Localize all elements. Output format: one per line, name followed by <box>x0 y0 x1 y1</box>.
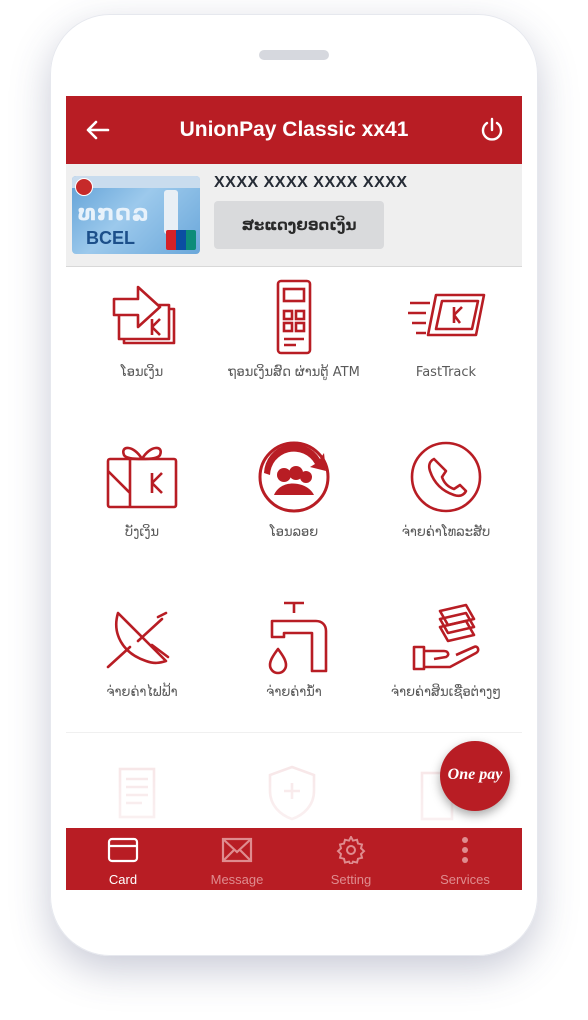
water-tap-icon <box>268 601 328 675</box>
envelope-icon <box>221 837 253 863</box>
power-icon[interactable] <box>476 114 508 146</box>
service-phone[interactable]: ຈ່າຍຄ່າໂທລະສັບ <box>370 427 522 587</box>
card-number: XXXX XXXX XXXX XXXX <box>214 174 408 191</box>
gift-money-icon <box>106 446 178 509</box>
bottom-nav: Card Message Setting Services <box>66 828 522 890</box>
top-bar: UnionPay Classic xx41 <box>66 96 522 164</box>
nav-label: Setting <box>330 872 372 887</box>
nav-message[interactable]: Message <box>180 828 294 890</box>
transfer-money-icon <box>112 285 176 345</box>
unionpay-logo-icon <box>166 230 196 250</box>
service-label: ຈ່າຍຄ່າໂທລະສັບ <box>401 525 491 540</box>
service-atm[interactable]: ຖອນເງິນສົດ ຜ່ານຕູ້ ATM <box>218 267 370 427</box>
nav-label: Message <box>210 872 264 887</box>
more-vertical-icon <box>462 837 468 863</box>
service-electricity[interactable]: ຈ່າຍຄ່າໄຟຟ້າ <box>66 587 218 747</box>
app-screen: UnionPay Classic xx41 ທກດລ BCEL XXXX XXX… <box>66 96 522 890</box>
service-transfer[interactable]: ໂອນເງິນ <box>66 267 218 427</box>
service-label: ຈ່າຍຄ່າສິນເຊື່ອຕ່າງໆ <box>390 685 502 700</box>
service-water[interactable]: ຈ່າຍຄ່ານ້ຳ <box>218 587 370 747</box>
service-label: ໂອນລອຍ <box>269 525 319 540</box>
nav-label: Card <box>108 872 138 887</box>
service-label: ຈ່າຍຄ່າໄຟຟ້າ <box>106 685 178 700</box>
arrow-left-icon[interactable] <box>82 114 114 146</box>
service-gift[interactable]: ບັງເງິນ <box>66 427 218 587</box>
gear-icon <box>336 836 366 864</box>
bcome-text: BCOME <box>279 497 309 506</box>
nav-card[interactable]: Card <box>66 828 180 890</box>
card-image[interactable]: ທກດລ BCEL <box>72 176 200 254</box>
page-title: UnionPay Classic xx41 <box>179 118 409 141</box>
nav-setting[interactable]: Setting <box>294 828 408 890</box>
bank-logo-icon <box>75 178 93 196</box>
satellite-dish-icon <box>106 611 170 669</box>
phone-icon <box>410 441 482 513</box>
service-label: FastTrack <box>415 365 477 380</box>
service-label: ຖອນເງິນສົດ ຜ່ານຕູ້ ATM <box>228 365 360 380</box>
bcome-icon: BCOME <box>258 441 330 513</box>
service-label: ໂອນເງິນ <box>120 365 164 380</box>
card-info-panel: ທກດລ BCEL XXXX XXXX XXXX XXXX ສະແດງຍອດເງ… <box>66 164 522 267</box>
onepay-button[interactable]: One pay <box>440 741 510 811</box>
onepay-label: One pay <box>447 766 503 783</box>
atm-qr-icon <box>276 279 312 355</box>
phone-speaker <box>259 50 329 60</box>
show-balance-button[interactable]: ສະແດງຍອດເງິນ <box>214 201 384 249</box>
nav-label: Services <box>440 872 490 887</box>
service-fasttrack[interactable]: FastTrack <box>370 267 522 427</box>
nav-services[interactable]: Services <box>408 828 522 890</box>
service-loan[interactable]: ຈ່າຍຄ່າສິນເຊື່ອຕ່າງໆ <box>370 587 522 747</box>
fasttrack-icon <box>408 293 486 337</box>
service-label: ຈ່າຍຄ່ານ້ຳ <box>266 685 322 700</box>
service-label: ບັງເງິນ <box>124 525 160 540</box>
money-hand-icon <box>412 603 480 671</box>
card-brand: BCEL <box>86 228 135 248</box>
card-icon <box>107 837 139 863</box>
service-bcome[interactable]: BCOME ໂອນລອຍ <box>218 427 370 587</box>
